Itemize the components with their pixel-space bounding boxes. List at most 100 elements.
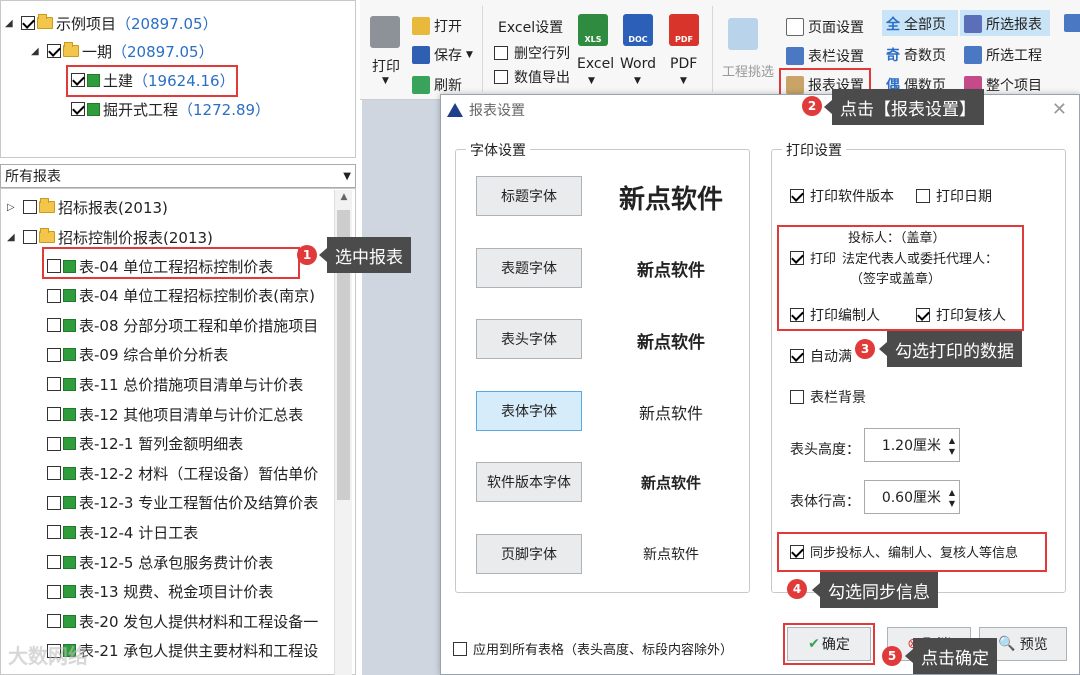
all-pages-button[interactable]: 全 全部页 [886, 14, 946, 34]
expand-triangle-icon[interactable]: ◢ [7, 232, 19, 243]
report-filter-select[interactable]: 所有报表 ▼ [0, 164, 356, 188]
checkbox-report[interactable] [47, 318, 61, 333]
checkbox-report[interactable] [47, 584, 61, 599]
printer-icon[interactable] [370, 16, 400, 48]
word-export-button[interactable]: Word [620, 56, 656, 72]
open-button[interactable]: 打开 [412, 16, 462, 36]
print-dropdown-icon[interactable]: ▼ [382, 76, 389, 86]
excel-icon[interactable]: XLS [578, 14, 608, 46]
page-settings-button[interactable]: 页面设置 [786, 17, 864, 37]
dropdown-arrow-icon[interactable]: ▼ [343, 171, 351, 182]
checkbox-report[interactable] [47, 495, 61, 510]
delete-empty-rows-option[interactable]: 删空行列 [494, 43, 570, 63]
tree-node-root[interactable]: ◢ 示例项目 （20897.05） [5, 12, 218, 34]
font-button[interactable]: 表体字体 [476, 390, 582, 431]
print-editor-option[interactable]: 打印编制人 [790, 305, 880, 325]
font-button[interactable]: 标题字体 [476, 176, 582, 216]
pdf-export-button[interactable]: PDF [670, 56, 697, 72]
tree-node-excavation[interactable]: 掘开式工程 （1272.89） [71, 98, 270, 120]
step-down-icon[interactable]: ▼ [949, 499, 955, 508]
checkbox-delete-empty[interactable] [494, 46, 508, 60]
checkbox-report[interactable] [47, 525, 61, 540]
report-item[interactable]: 表-12-5 总承包服务费计价表 [47, 551, 337, 573]
step-up-icon[interactable]: ▲ [949, 436, 955, 445]
expand-triangle-icon[interactable]: ◢ [31, 46, 43, 57]
numeric-export-option[interactable]: 数值导出 [494, 67, 570, 87]
tree-node-phase[interactable]: ◢ 一期 （20897.05） [31, 40, 214, 62]
column-background-option[interactable]: 表栏背景 [790, 387, 866, 407]
step-down-icon[interactable]: ▼ [949, 447, 955, 456]
checkbox-column-background[interactable] [790, 390, 804, 404]
checkbox-phase[interactable] [47, 44, 61, 58]
report-group-control[interactable]: ◢ 招标控制价报表(2013) [7, 226, 213, 248]
pdf-dropdown-icon[interactable]: ▼ [680, 76, 687, 86]
report-item[interactable]: 表-08 分部分项工程和单价措施项目 [47, 314, 337, 336]
checkbox-report[interactable] [47, 614, 61, 629]
report-item[interactable]: 表-11 总价措施项目清单与计价表 [47, 373, 337, 395]
checkbox-group[interactable] [23, 230, 37, 244]
checkbox-numeric-export[interactable] [494, 70, 508, 84]
checkbox-auto-fill[interactable] [790, 349, 804, 363]
font-button[interactable]: 页脚字体 [476, 533, 582, 574]
excel-settings-label[interactable]: Excel设置 [498, 17, 563, 37]
checkbox-print-reviewer[interactable] [916, 308, 930, 322]
column-settings-button[interactable]: 表栏设置 [786, 46, 864, 66]
report-item[interactable]: 表-13 规费、税金项目计价表 [47, 581, 337, 603]
expand-triangle-icon[interactable]: ◢ [5, 18, 17, 29]
checkbox-print-date[interactable] [916, 189, 930, 203]
report-item[interactable]: 表-20 发包人提供材料和工程设备一 [47, 610, 337, 632]
report-item[interactable]: 表-09 综合单价分析表 [47, 344, 337, 366]
close-icon[interactable]: ✕ [1052, 99, 1067, 120]
print-legal-rep-option[interactable]: 打印 法定代表人或委托代理人： [790, 248, 998, 267]
checkbox-report[interactable] [47, 555, 61, 569]
report-item[interactable]: 表-04 单位工程招标控制价表(南京) [47, 285, 337, 307]
collapse-triangle-icon[interactable]: ▷ [7, 202, 19, 213]
font-button[interactable]: 表题字体 [476, 247, 582, 288]
refresh-button[interactable]: 刷新 [412, 75, 462, 95]
scroll-up-icon[interactable]: ▲ [335, 192, 353, 202]
checkbox-root[interactable] [21, 16, 35, 30]
checkbox-report[interactable] [47, 288, 61, 303]
checkbox-print-editor[interactable] [790, 308, 804, 322]
print-version-option[interactable]: 打印软件版本 [790, 186, 894, 206]
sync-info-option[interactable]: 同步投标人、编制人、复核人等信息 [790, 542, 1018, 561]
excel-dropdown-icon[interactable]: ▼ [588, 76, 595, 86]
auto-fill-option[interactable]: 自动满 [790, 346, 852, 366]
checkbox-legal-rep[interactable] [790, 250, 804, 265]
word-dropdown-icon[interactable]: ▼ [634, 76, 641, 86]
checkbox-apply-all[interactable] [453, 641, 467, 656]
checkbox-group[interactable] [23, 200, 37, 214]
report-item[interactable]: 表-12-2 材料（工程设备）暂估单价 [47, 462, 337, 484]
checkbox-report[interactable] [47, 436, 61, 451]
save-dropdown-icon[interactable]: ▼ [466, 50, 473, 60]
header-height-stepper[interactable]: 1.20厘米 ▲ ▼ [864, 428, 960, 462]
font-button[interactable]: 软件版本字体 [476, 462, 582, 502]
more-icon[interactable] [1064, 14, 1080, 32]
print-button[interactable]: 打印 [372, 56, 400, 76]
apply-all-option[interactable]: 应用到所有表格（表头高度、标段内容除外） [453, 639, 733, 658]
report-item[interactable]: 表-12-3 专业工程暂估价及结算价表 [47, 492, 337, 514]
report-item[interactable]: 表-12 其他项目清单与计价汇总表 [47, 403, 337, 425]
save-button[interactable]: 保存 ▼ [412, 45, 473, 65]
font-button[interactable]: 表头字体 [476, 319, 582, 359]
report-item[interactable]: 表-21 承包人提供主要材料和工程设 [47, 640, 337, 662]
pdf-icon[interactable]: PDF [669, 14, 699, 46]
excel-export-button[interactable]: Excel [577, 56, 614, 72]
checkbox-sync-info[interactable] [790, 544, 804, 559]
checkbox-report[interactable] [47, 466, 61, 481]
selected-reports-button[interactable]: 所选报表 [964, 14, 1042, 34]
checkbox-excavation[interactable] [71, 102, 85, 116]
step-up-icon[interactable]: ▲ [949, 488, 955, 497]
odd-pages-button[interactable]: 奇 奇数页 [886, 45, 946, 65]
word-icon[interactable]: DOC [623, 14, 653, 46]
checkbox-report[interactable] [47, 347, 61, 362]
print-date-option[interactable]: 打印日期 [916, 186, 992, 206]
print-reviewer-option[interactable]: 打印复核人 [916, 305, 1006, 325]
selected-projects-button[interactable]: 所选工程 [964, 45, 1042, 65]
checkbox-report[interactable] [47, 407, 61, 421]
report-group-tender[interactable]: ▷ 招标报表(2013) [7, 196, 168, 218]
row-height-stepper[interactable]: 0.60厘米 ▲ ▼ [864, 480, 960, 514]
report-item[interactable]: 表-12-1 暂列金额明细表 [47, 433, 337, 455]
report-item[interactable]: 表-12-4 计日工表 [47, 521, 337, 543]
checkbox-report[interactable] [47, 377, 61, 392]
